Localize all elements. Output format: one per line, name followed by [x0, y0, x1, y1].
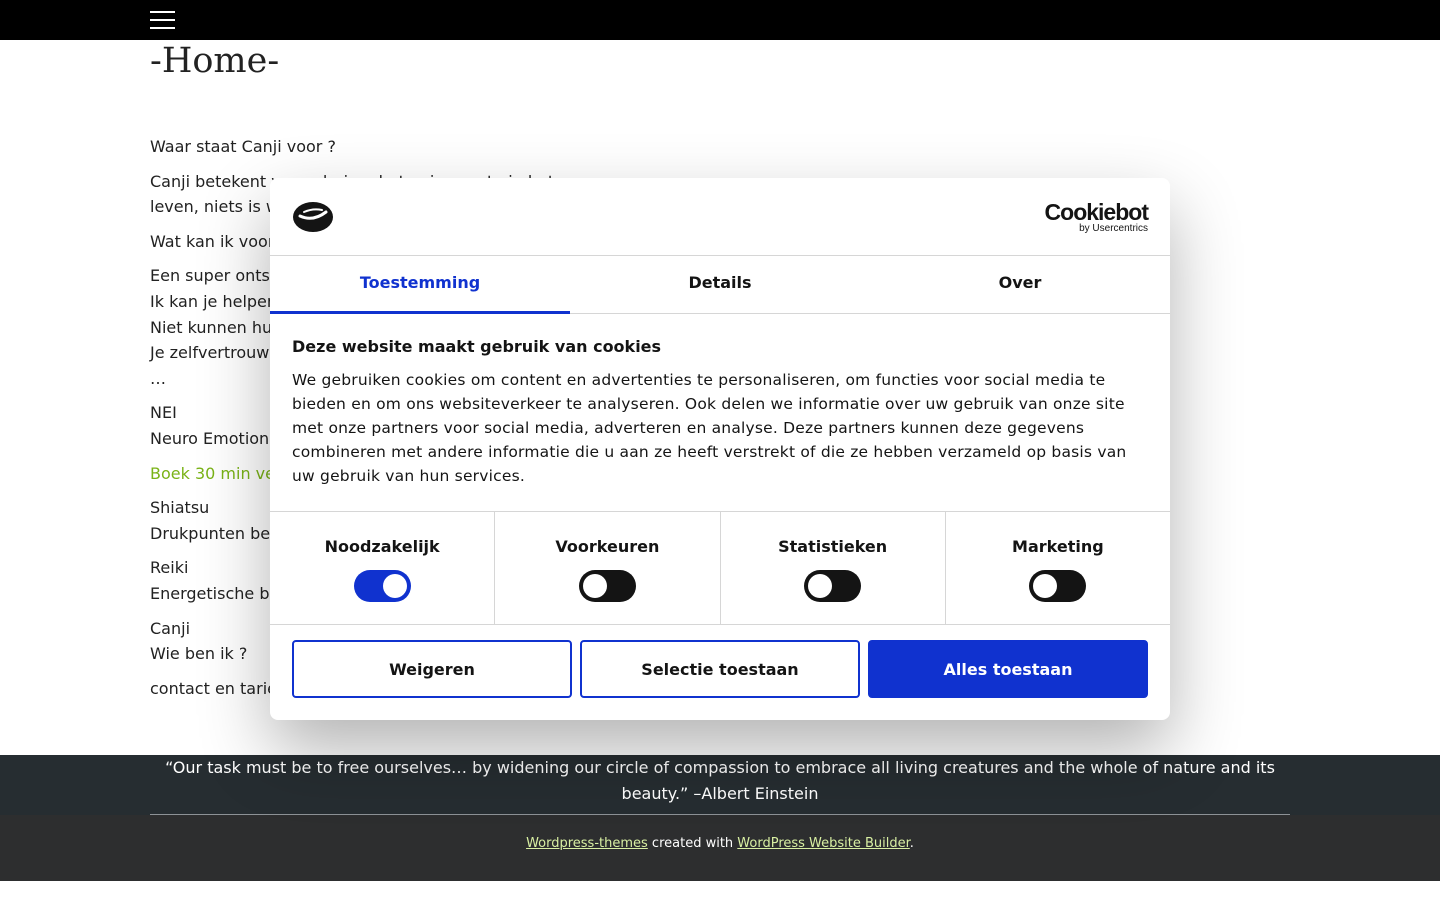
menu-icon[interactable] [150, 10, 175, 30]
allow-all-button[interactable]: Alles toestaan [868, 640, 1148, 698]
allow-selection-button[interactable]: Selectie toestaan [580, 640, 860, 698]
cookie-heading: Deze website maakt gebruik van cookies [292, 337, 662, 356]
cookie-description: We gebruiken cookies om content en adver… [292, 371, 1127, 485]
toggle-noodzakelijk[interactable] [353, 570, 411, 602]
category-noodzakelijk: Noodzakelijk [270, 512, 496, 624]
top-bar [0, 0, 1440, 40]
builder-link[interactable]: WordPress Website Builder [737, 836, 910, 851]
reject-button[interactable]: Weigeren [292, 640, 572, 698]
category-statistieken: Statistieken [721, 512, 946, 624]
paragraph: Waar staat Canji voor ? [150, 137, 336, 156]
cookie-categories: Noodzakelijk Voorkeuren Statistieken Mar… [270, 511, 1170, 625]
cookiebot-brand: Cookiebot by Usercentrics [1044, 199, 1149, 234]
cookiebot-logo-icon [293, 202, 333, 232]
toggle-statistieken[interactable] [804, 570, 862, 602]
themes-link[interactable]: Wordpress-themes [526, 836, 648, 851]
cookie-buttons: Weigeren Selectie toestaan Alles toestaa… [292, 640, 1148, 698]
cookie-tabs: Toestemming Details Over [270, 256, 1170, 314]
cookie-dialog: Cookiebot by Usercentrics Toestemming De… [270, 178, 1170, 720]
tab-over[interactable]: Over [870, 256, 1170, 313]
cookie-body: Deze website maakt gebruik van cookies W… [292, 336, 1142, 488]
page-title: -Home- [150, 41, 280, 81]
toggle-marketing[interactable] [1029, 570, 1087, 602]
tab-details[interactable]: Details [570, 256, 870, 313]
quote-text: “Our task must be to free ourselves… by … [165, 758, 1275, 803]
category-voorkeuren: Voorkeuren [495, 512, 721, 624]
cookie-dialog-header: Cookiebot by Usercentrics [270, 178, 1170, 256]
toggle-voorkeuren[interactable] [578, 570, 636, 602]
category-marketing: Marketing [946, 512, 1170, 624]
footer-credits: Wordpress-themes created with WordPress … [526, 836, 914, 851]
tab-toestemming[interactable]: Toestemming [270, 256, 570, 314]
